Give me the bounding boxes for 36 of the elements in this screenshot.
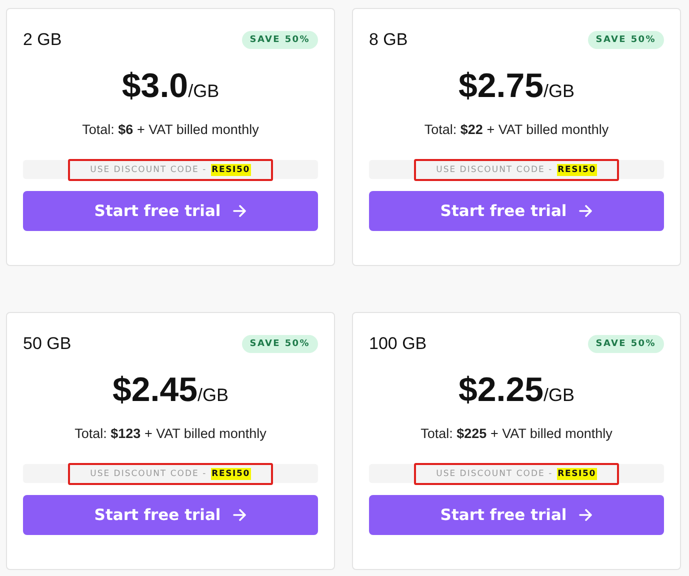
plan-size: 8 GB [369,30,408,50]
plan-size: 50 GB [23,334,72,354]
discount-label: USE DISCOUNT CODE - [90,468,207,478]
start-trial-button[interactable]: Start free trial [369,495,664,535]
discount-label: USE DISCOUNT CODE - [436,164,553,174]
discount-code: RESI50 [556,468,597,480]
start-trial-button[interactable]: Start free trial [23,495,318,535]
arrow-right-icon [232,509,247,521]
price: $2.75 [458,67,544,106]
save-badge: SAVE 50% [588,335,664,353]
arrow-right-icon [578,205,593,217]
plan-size: 100 GB [369,334,427,354]
total-text: Total: $225 + VAT billed monthly [420,426,614,441]
price-unit: /GB [544,81,575,102]
price-unit: /GB [198,385,229,406]
arrow-right-icon [232,205,247,217]
total-text: Total: $22 + VAT billed monthly [423,122,610,137]
plan-size: 2 GB [23,30,62,50]
total-text: Total: $6 + VAT billed monthly [81,122,260,137]
price-unit: /GB [544,385,575,406]
discount-code: RESI50 [210,164,251,176]
start-trial-button[interactable]: Start free trial [23,191,318,231]
total-text: Total: $123 + VAT billed monthly [74,426,268,441]
save-badge: SAVE 50% [588,31,664,49]
price: $2.25 [458,371,544,410]
price: $3.0 [122,67,188,106]
price-unit: /GB [188,81,220,102]
save-badge: SAVE 50% [242,31,318,49]
start-trial-button[interactable]: Start free trial [369,191,664,231]
discount-label: USE DISCOUNT CODE - [90,164,207,174]
discount-code: RESI50 [556,164,597,176]
discount-label: USE DISCOUNT CODE - [436,468,553,478]
save-badge: SAVE 50% [242,335,318,353]
arrow-right-icon [578,509,593,521]
discount-code: RESI50 [210,468,251,480]
price: $2.45 [112,371,198,410]
